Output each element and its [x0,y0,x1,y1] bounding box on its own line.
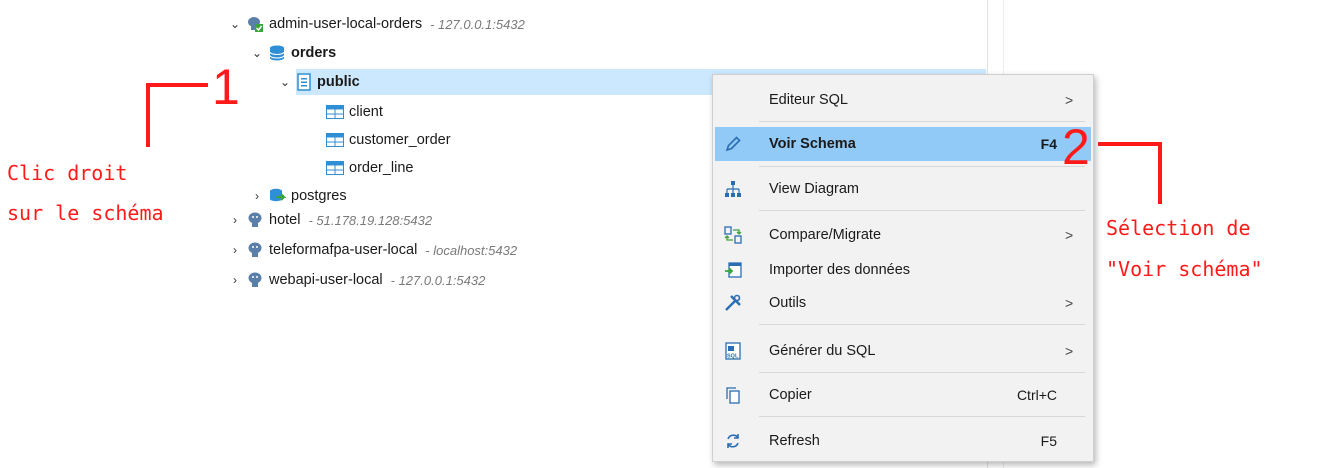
menu-item-importer-donnees[interactable]: Importer des données [715,253,1091,287]
svg-text:SQL: SQL [727,354,739,360]
diagram-icon [723,179,743,199]
table-name: client [349,104,383,120]
database-link-icon [268,187,286,205]
annotation-step-1-number: 1 [212,59,240,115]
chevron-right-icon[interactable]: › [228,243,242,257]
menu-item-label: View Diagram [769,181,859,197]
context-menu: Editeur SQL > Voir Schema F4 View Diagra… [712,74,1094,462]
annotation-step-2-number: 2 [1062,119,1090,175]
sql-icon: SQL [723,341,743,361]
pencil-icon [723,134,743,154]
menu-item-label: Générer du SQL [769,343,876,359]
submenu-arrow-icon: > [1065,227,1074,243]
database-name: postgres [291,188,347,204]
connection-address: - 127.0.0.1:5432 [390,272,486,288]
tree-database-orders[interactable]: ⌄ orders [250,41,336,65]
menu-item-shortcut: F4 [1040,136,1057,152]
tree-connection-hotel[interactable]: › hotel - 51.178.19.128:5432 [228,208,432,232]
postgres-icon [246,271,264,289]
menu-item-label: Importer des données [769,262,911,278]
tree-table-customer-order[interactable]: customer_order [322,128,451,152]
table-name: order_line [349,160,414,176]
menu-item-label: Copier [769,387,812,403]
connected-postgres-icon [246,15,264,33]
menu-item-copier[interactable]: Copier Ctrl+C [715,378,1091,412]
submenu-arrow-icon: > [1065,295,1074,311]
menu-separator [759,210,1085,211]
menu-item-label: Outils [769,295,807,311]
menu-item-refresh[interactable]: Refresh F5 [715,424,1091,458]
menu-item-voir-schema[interactable]: Voir Schema F4 [715,127,1091,161]
connection-name: teleformafpa-user-local [269,242,418,258]
tree-connection-admin[interactable]: ⌄ admin-user-local-orders - 127.0.0.1:54… [228,12,525,36]
menu-item-label: Refresh [769,433,820,449]
table-icon [326,133,344,147]
table-name: customer_order [349,132,451,148]
menu-separator [759,324,1085,325]
menu-item-label: Editeur SQL [769,92,848,108]
refresh-icon [723,431,743,451]
connection-name: admin-user-local-orders [269,16,423,32]
copy-icon [723,385,743,405]
chevron-down-icon[interactable]: ⌄ [228,17,242,31]
connection-name: hotel [269,212,301,228]
tree-table-order-line[interactable]: order_line [322,156,414,180]
menu-item-editeur-sql[interactable]: Editeur SQL > [715,83,1091,117]
chevron-down-icon[interactable]: ⌄ [250,46,264,60]
annotation-step-1-line-h [146,83,208,87]
database-name: orders [291,45,337,61]
connection-address: - localhost:5432 [425,242,518,258]
menu-separator [759,166,1085,167]
compare-icon [723,225,743,245]
submenu-arrow-icon: > [1065,92,1074,108]
menu-separator [759,372,1085,373]
annotation-step-1-text-2: sur le schéma [7,201,164,225]
postgres-icon [246,211,264,229]
postgres-icon [246,241,264,259]
menu-item-label: Compare/Migrate [769,227,882,243]
tree-table-client[interactable]: client [322,100,383,124]
menu-item-compare-migrate[interactable]: Compare/Migrate > [715,218,1091,252]
connection-address: - 127.0.0.1:5432 [430,16,525,32]
annotation-step-1-line-v [146,83,150,147]
submenu-arrow-icon: > [1065,343,1074,359]
menu-item-shortcut: Ctrl+C [1016,387,1057,403]
menu-item-view-diagram[interactable]: View Diagram [715,172,1091,206]
table-icon [326,105,344,119]
tree-connection-webapi[interactable]: › webapi-user-local - 127.0.0.1:5432 [228,268,485,292]
menu-item-generer-sql[interactable]: SQL Générer du SQL > [715,334,1091,368]
tools-icon [723,293,743,313]
annotation-step-2-text-2: "Voir schéma" [1106,257,1263,281]
tree-connection-teleformafpa[interactable]: › teleformafpa-user-local - localhost:54… [228,238,517,262]
annotation-step-2-line-h [1098,142,1162,146]
chevron-right-icon[interactable]: › [228,273,242,287]
connection-address: - 51.178.19.128:5432 [308,212,433,228]
menu-separator [759,416,1085,417]
menu-item-shortcut: F5 [1040,433,1057,449]
chevron-down-icon[interactable]: ⌄ [278,75,292,89]
table-icon [326,161,344,175]
annotation-step-1-text-1: Clic droit [7,161,128,185]
connection-name: webapi-user-local [269,272,383,288]
schema-name: public [317,74,360,90]
menu-item-label: Voir Schema [769,136,856,152]
annotation-step-2-text-1: Sélection de [1106,216,1251,240]
chevron-right-icon[interactable]: › [250,189,264,203]
annotation-step-2-line-v [1158,142,1162,204]
tree-schema-public[interactable]: ⌄ public [278,70,360,94]
menu-item-outils[interactable]: Outils > [715,286,1091,320]
schema-icon [296,73,312,91]
menu-separator [759,121,1085,122]
chevron-right-icon[interactable]: › [228,213,242,227]
import-icon [723,260,743,280]
database-icon [268,44,286,62]
tree-database-postgres[interactable]: › postgres [250,184,347,208]
